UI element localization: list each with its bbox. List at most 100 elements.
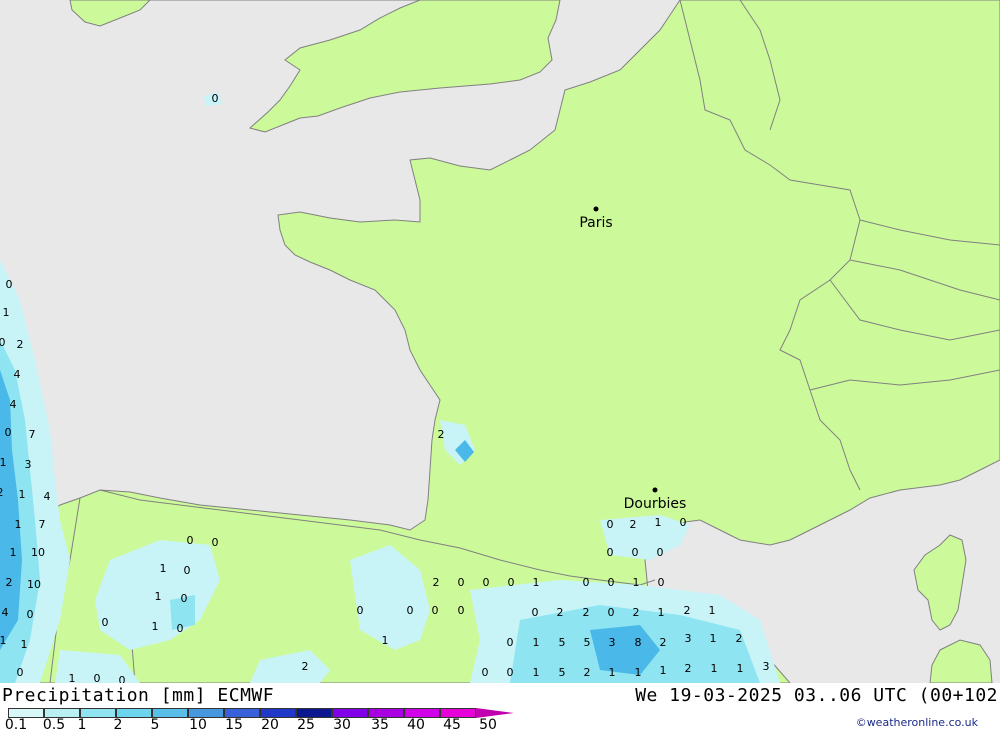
precip-value-label: 1: [21, 638, 28, 651]
map-title: Precipitation [mm] ECMWF: [2, 685, 275, 706]
precip-value-label: 5: [559, 666, 566, 679]
precip-value-label: 3: [25, 458, 32, 471]
precip-value-label: 2: [557, 606, 564, 619]
precip-value-label: 7: [39, 518, 46, 531]
map-valid-time: We 19-03-2025 03..06 UTC (00+102: [635, 685, 998, 706]
precip-value-label: 5: [584, 636, 591, 649]
precip-value-label: 0: [184, 564, 191, 577]
precip-value-label: 0: [458, 604, 465, 617]
city-label-paris: Paris: [579, 215, 612, 231]
precip-value-label: 4: [14, 368, 21, 381]
legend-tick-label: 20: [261, 717, 279, 733]
precip-value-label: 8: [635, 636, 642, 649]
precip-value-label: 2: [685, 662, 692, 675]
precip-value-label: 0: [483, 576, 490, 589]
precip-value-label: 2: [0, 486, 4, 499]
precip-value-label: 0: [407, 604, 414, 617]
precip-value-label: 1: [382, 634, 389, 647]
precip-value-label: 4: [44, 490, 51, 503]
precip-value-label: 0: [680, 516, 687, 529]
precip-value-label: 0: [432, 604, 439, 617]
precip-value-label: 2: [583, 606, 590, 619]
precip-value-label: 1: [633, 576, 640, 589]
precip-value-label: 0: [357, 604, 364, 617]
precip-value-label: 1: [0, 456, 7, 469]
legend-tick-label: 40: [407, 717, 425, 733]
precip-value-label: 4: [10, 398, 17, 411]
precip-value-label: 0: [212, 536, 219, 549]
precip-value-label: 1: [711, 662, 718, 675]
precip-value-label: 0: [458, 576, 465, 589]
precip-value-label: 0: [6, 278, 13, 291]
precip-value-label: 1: [15, 518, 22, 531]
map-footer: Precipitation [mm] ECMWF We 19-03-2025 0…: [0, 683, 1000, 733]
precip-value-label: 0: [187, 534, 194, 547]
precip-value-label: 3: [609, 636, 616, 649]
precip-value-label: 1: [533, 666, 540, 679]
precip-value-label: 1: [533, 636, 540, 649]
precip-value-label: 2: [660, 636, 667, 649]
precip-value-label: 5: [559, 636, 566, 649]
precip-value-label: 2: [302, 660, 309, 673]
precip-value-label: 1: [635, 666, 642, 679]
precip-value-label: 0: [532, 606, 539, 619]
precip-value-label: 1: [155, 590, 162, 603]
precip-value-label: 3: [763, 660, 770, 673]
precip-value-label: 10: [31, 546, 45, 559]
precip-value-label: 2: [584, 666, 591, 679]
legend-tick-label: 10: [189, 717, 207, 733]
precip-value-label: 2: [17, 338, 24, 351]
precip-value-label: 2: [633, 606, 640, 619]
precip-value-label: 0: [212, 92, 219, 105]
precip-value-label: 2: [438, 428, 445, 441]
precip-value-label: 2: [684, 604, 691, 617]
legend-tick-label: 35: [371, 717, 389, 733]
precip-value-label: 0: [608, 606, 615, 619]
legend-tick-label: 30: [333, 717, 351, 733]
precip-value-label: 10: [27, 578, 41, 591]
precip-value-label: 1: [737, 662, 744, 675]
precip-value-label: 0: [607, 546, 614, 559]
precip-value-label: 1: [69, 672, 76, 683]
precip-value-label: 1: [609, 666, 616, 679]
precip-value-label: 0: [507, 666, 514, 679]
precip-value-label: 0: [507, 636, 514, 649]
precip-value-label: 1: [655, 516, 662, 529]
precip-value-label: 0: [0, 336, 6, 349]
precip-value-label: 1: [0, 634, 7, 647]
precip-value-label: 0: [608, 576, 615, 589]
precip-value-label: 0: [482, 666, 489, 679]
precip-value-label: 0: [102, 616, 109, 629]
precip-value-label: 0: [508, 576, 515, 589]
precip-value-label: 0: [632, 546, 639, 559]
precip-value-label: 0: [657, 546, 664, 559]
precip-value-label: 0: [119, 674, 126, 683]
legend-tick-label: 2: [113, 717, 123, 733]
precip-value-label: 0: [94, 672, 101, 683]
precip-value-label: 2: [433, 576, 440, 589]
legend-tick-label: 45: [443, 717, 461, 733]
map-canvas: Paris Dourbies 0102440713214171102104011…: [0, 0, 1000, 683]
precip-value-label: 2: [630, 518, 637, 531]
dourbies-marker: [652, 487, 658, 493]
credit-link[interactable]: ©weatheronline.co.uk: [856, 716, 978, 729]
precip-value-label: 7: [29, 428, 36, 441]
precip-value-label: 0: [5, 426, 12, 439]
legend-tick-label: 15: [225, 717, 243, 733]
legend-tick-label: 0.1: [4, 717, 28, 733]
precip-value-label: 0: [181, 592, 188, 605]
paris-marker: [593, 206, 599, 212]
precip-value-label: 1: [10, 546, 17, 559]
precip-value-label: 0: [658, 576, 665, 589]
precip-value-label: 1: [533, 576, 540, 589]
precip-value-label: 1: [160, 562, 167, 575]
precip-value-label: 4: [2, 606, 9, 619]
legend-ticks: 0.1 0.5 1 2 5 10 15 20 25 30 35 40 45 50: [0, 717, 520, 733]
precip-value-label: 0: [177, 622, 184, 635]
precip-value-label: 1: [658, 606, 665, 619]
precip-value-label: 2: [736, 632, 743, 645]
precip-value-label: 2: [6, 576, 13, 589]
precip-value-label: 1: [660, 664, 667, 677]
precip-value-label: 0: [17, 666, 24, 679]
precip-value-label: 0: [27, 608, 34, 621]
